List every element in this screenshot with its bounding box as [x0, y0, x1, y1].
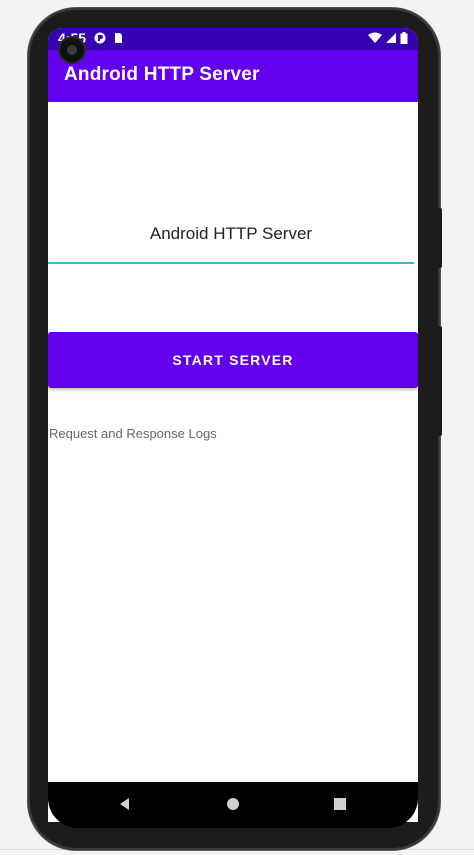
front-camera: [60, 38, 84, 62]
sim-card-icon: [115, 33, 122, 43]
signal-icon: [386, 33, 396, 43]
back-icon[interactable]: [117, 796, 133, 812]
power-button: [438, 208, 442, 268]
device-screen: 4:55 Android HTTP Server Android HTTP Se…: [48, 28, 418, 822]
app-bar: Android HTTP Server: [48, 50, 418, 102]
start-server-button[interactable]: START SERVER: [48, 332, 418, 388]
home-icon[interactable]: [225, 796, 241, 812]
status-bar: 4:55: [48, 28, 418, 50]
server-name-field[interactable]: Android HTTP Server: [48, 212, 414, 264]
battery-icon: [400, 32, 408, 44]
recents-icon[interactable]: [332, 796, 348, 812]
field-underline: [48, 262, 414, 264]
app-notification-icon: [94, 32, 106, 44]
logs-label: Request and Response Logs: [49, 426, 217, 441]
navigation-bar: [48, 782, 418, 828]
wifi-icon: [368, 32, 382, 43]
volume-button: [438, 326, 442, 436]
server-name-value[interactable]: Android HTTP Server: [48, 224, 414, 244]
app-title: Android HTTP Server: [64, 64, 260, 85]
